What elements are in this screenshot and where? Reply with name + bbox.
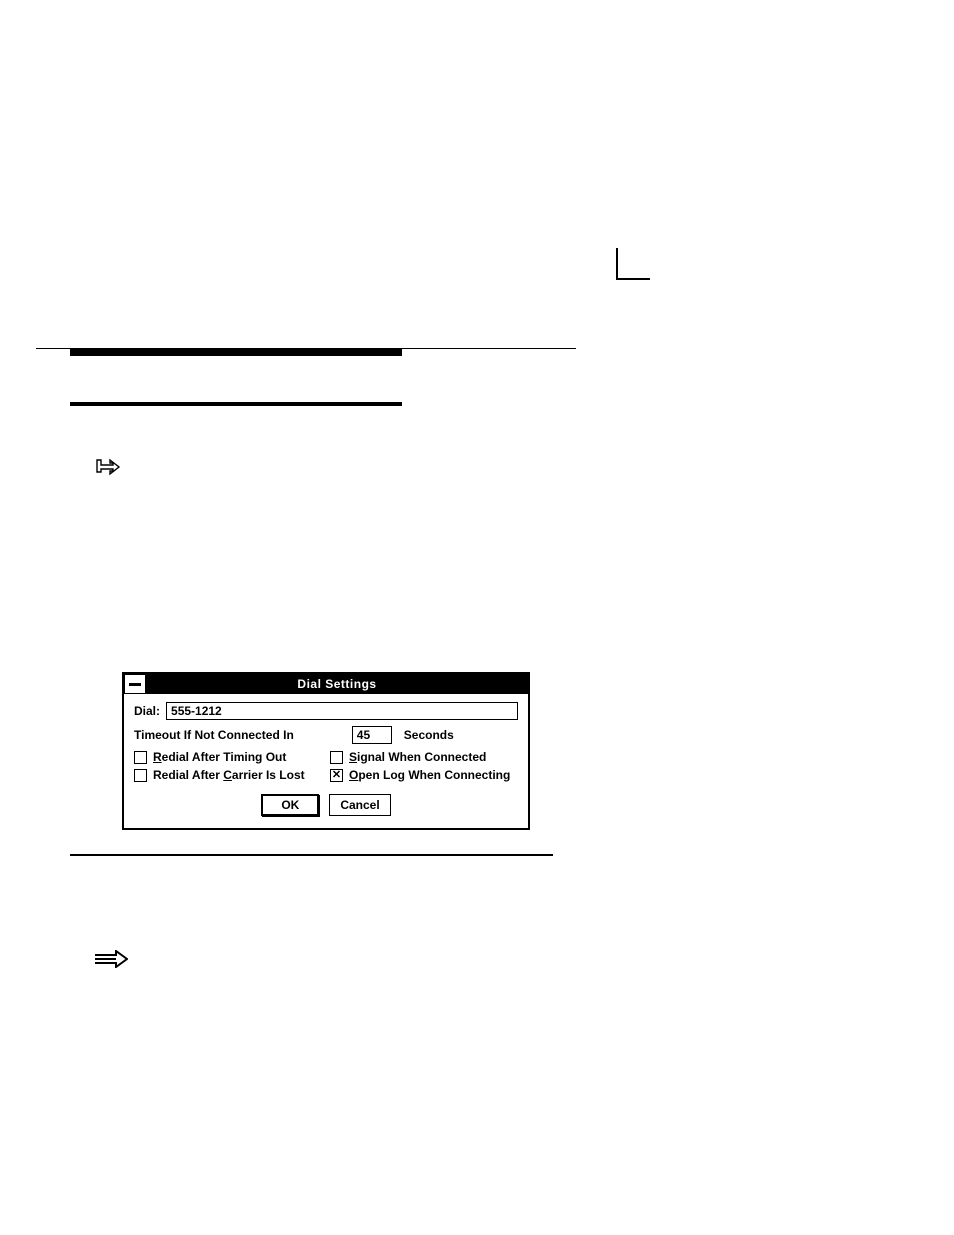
checkbox-icon bbox=[330, 769, 343, 782]
top-rule bbox=[36, 348, 576, 356]
timeout-label: Timeout If Not Connected In bbox=[134, 728, 294, 742]
cancel-button[interactable]: Cancel bbox=[329, 794, 390, 816]
dial-label: Dial: bbox=[134, 704, 160, 718]
dialog-title: Dial Settings bbox=[146, 674, 528, 694]
checkbox-label: Redial After Carrier Is Lost bbox=[153, 768, 305, 782]
dial-settings-dialog: Dial Settings Dial: Timeout If Not Conne… bbox=[122, 672, 530, 830]
redial-after-carrier-lost-checkbox[interactable]: Redial After Carrier Is Lost bbox=[134, 768, 322, 782]
seconds-label: Seconds bbox=[404, 728, 454, 742]
signal-when-connected-checkbox[interactable]: Signal When Connected bbox=[330, 750, 518, 764]
checkbox-label: Signal When Connected bbox=[349, 750, 486, 764]
system-menu-button[interactable] bbox=[124, 674, 146, 694]
corner-crop-mark bbox=[616, 248, 650, 280]
checkbox-label: Redial After Timing Out bbox=[153, 750, 286, 764]
open-log-when-connecting-checkbox[interactable]: Open Log When Connecting bbox=[330, 768, 518, 782]
timeout-input[interactable] bbox=[352, 726, 392, 744]
redial-after-timeout-checkbox[interactable]: Redial After Timing Out bbox=[134, 750, 322, 764]
mid-rule bbox=[70, 854, 553, 856]
checkbox-icon bbox=[330, 751, 343, 764]
checkbox-icon bbox=[134, 769, 147, 782]
pointing-hand-icon bbox=[95, 456, 123, 476]
ok-button[interactable]: OK bbox=[261, 794, 319, 816]
checkbox-label: Open Log When Connecting bbox=[349, 768, 510, 782]
arrow-right-icon bbox=[94, 950, 128, 968]
titlebar: Dial Settings bbox=[124, 674, 528, 694]
thick-rule bbox=[70, 402, 402, 406]
dial-input[interactable] bbox=[166, 702, 518, 720]
checkbox-icon bbox=[134, 751, 147, 764]
